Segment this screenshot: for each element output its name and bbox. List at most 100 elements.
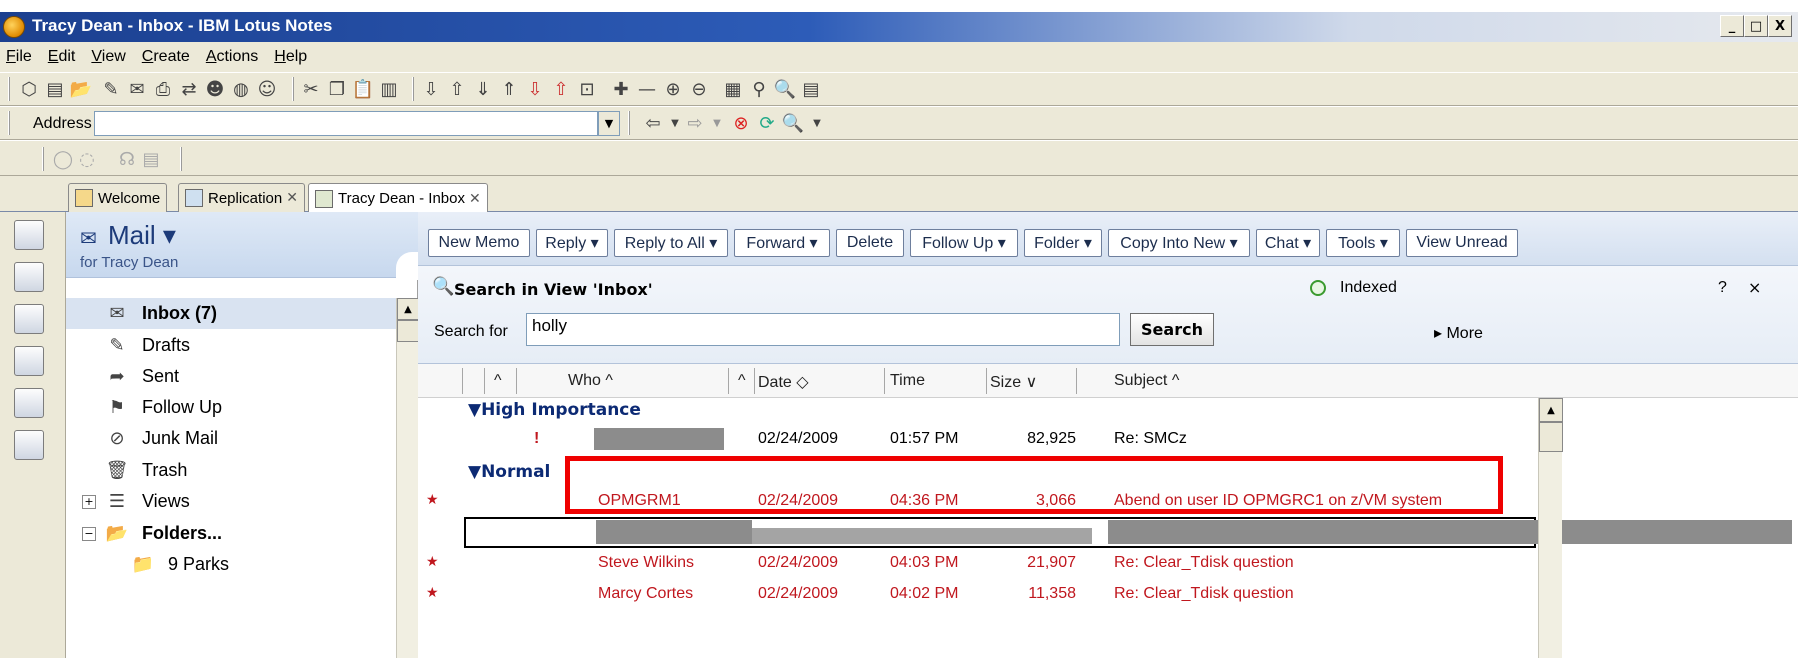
column-size[interactable]: Size ∨ bbox=[990, 372, 1037, 392]
refresh-view-icon[interactable]: ⊡ bbox=[576, 78, 598, 100]
directory-icon[interactable]: ▤ bbox=[140, 148, 162, 170]
contact-icon[interactable]: ☊ bbox=[116, 148, 138, 170]
column-separator[interactable] bbox=[754, 368, 755, 394]
cut-icon[interactable]: ✂ bbox=[300, 78, 322, 100]
menu-view[interactable]: View bbox=[91, 48, 125, 66]
refresh-icon[interactable]: ⟳ bbox=[756, 112, 778, 134]
nav-item-views[interactable]: + ☰ Views bbox=[66, 486, 396, 517]
show-unread-icon[interactable]: ▦ bbox=[722, 78, 744, 100]
chat-button[interactable]: Chat ▾ bbox=[1256, 229, 1320, 257]
new-memo-button[interactable]: New Memo bbox=[428, 229, 530, 257]
menu-help[interactable]: Help bbox=[274, 48, 307, 66]
search-input[interactable]: holly bbox=[526, 313, 1120, 346]
close-search-button[interactable]: × bbox=[1748, 278, 1761, 297]
tab-replication[interactable]: Replication ✕ bbox=[178, 183, 305, 212]
replicate-icon[interactable]: ⇄ bbox=[178, 78, 200, 100]
paste-special-icon[interactable]: ▥ bbox=[378, 78, 400, 100]
todo-bookmark-icon[interactable] bbox=[14, 346, 44, 376]
toolbar-grip[interactable] bbox=[8, 77, 10, 101]
copy-into-new-button[interactable]: Copy Into New ▾ bbox=[1108, 229, 1250, 257]
next-starred-icon[interactable]: ⇩ bbox=[524, 78, 546, 100]
category-normal[interactable]: ▼Normal bbox=[468, 462, 550, 482]
column-separator[interactable] bbox=[884, 368, 885, 394]
column-separator[interactable] bbox=[728, 368, 729, 394]
nav-item-trash[interactable]: 🗑 Trash bbox=[66, 455, 396, 486]
nav-item-junk-mail[interactable]: ⊘ Junk Mail bbox=[66, 423, 396, 454]
tools-button[interactable]: Tools ▾ bbox=[1326, 229, 1400, 257]
scroll-thumb[interactable] bbox=[397, 320, 419, 342]
search-button[interactable]: Search bbox=[1130, 313, 1214, 346]
address-input[interactable] bbox=[94, 111, 598, 136]
table-row[interactable]: ★ Steve Wilkins 02/24/2009 04:03 PM 21,9… bbox=[418, 548, 1536, 579]
menu-file[interactable]: File bbox=[6, 48, 32, 66]
tab-inbox[interactable]: Tracy Dean - Inbox ✕ bbox=[308, 183, 488, 213]
nav-item-folders[interactable]: − 📂 Folders... bbox=[66, 518, 396, 549]
next-unread-icon[interactable]: ⇩ bbox=[420, 78, 442, 100]
expand-all-icon[interactable]: ⊕ bbox=[662, 78, 684, 100]
column-separator[interactable] bbox=[462, 368, 463, 394]
close-tab-icon[interactable]: ✕ bbox=[286, 190, 298, 206]
expand-icon[interactable]: ✚ bbox=[610, 78, 632, 100]
save-icon[interactable]: ▤ bbox=[44, 78, 66, 100]
back-icon[interactable]: ⇦ bbox=[642, 112, 664, 134]
search-menu-icon[interactable]: ▼ bbox=[806, 112, 828, 134]
nav-item-inbox[interactable]: ✉ Inbox (7) bbox=[66, 298, 396, 329]
notebook-bookmark-icon[interactable] bbox=[14, 388, 44, 418]
column-separator[interactable] bbox=[1076, 368, 1077, 394]
menu-actions[interactable]: Actions bbox=[206, 48, 258, 66]
stop-icon[interactable]: ⊗ bbox=[730, 112, 752, 134]
forward-button[interactable]: Forward ▾ bbox=[734, 229, 830, 257]
open-icon[interactable]: 📂 bbox=[70, 78, 92, 100]
forward-menu-icon[interactable]: ▼ bbox=[706, 112, 728, 134]
toolbar-grip[interactable] bbox=[42, 147, 44, 171]
previous-unread-icon[interactable]: ⇧ bbox=[446, 78, 468, 100]
search-icon[interactable]: 🔍 bbox=[774, 78, 796, 100]
toolbar-grip[interactable] bbox=[628, 111, 630, 135]
back-menu-icon[interactable]: ▼ bbox=[664, 112, 686, 134]
close-tab-icon[interactable]: ✕ bbox=[469, 191, 481, 207]
print-icon[interactable]: ⎙ bbox=[152, 78, 174, 100]
nav-item-9-parks[interactable]: 📁 9 Parks bbox=[66, 549, 396, 580]
address-dropdown-icon[interactable]: ▼ bbox=[598, 111, 620, 136]
minimize-button[interactable]: _ bbox=[1720, 15, 1744, 37]
collapse-all-icon[interactable]: ⊖ bbox=[688, 78, 710, 100]
search-web-icon[interactable]: 🔍 bbox=[782, 112, 804, 134]
column-date[interactable]: Date ◇ bbox=[758, 372, 809, 392]
toolbar-grip[interactable] bbox=[8, 111, 10, 135]
more-options-link[interactable]: ▸ More bbox=[1434, 323, 1483, 343]
previous-starred-icon[interactable]: ⇧ bbox=[550, 78, 572, 100]
chat-icon[interactable]: ◯ bbox=[52, 148, 74, 170]
column-separator[interactable] bbox=[516, 368, 517, 394]
reply-to-all-button[interactable]: Reply to All ▾ bbox=[614, 229, 728, 257]
edit-document-icon[interactable]: ✎ bbox=[100, 78, 122, 100]
view-unread-button[interactable]: View Unread bbox=[1406, 229, 1518, 257]
navigator-title[interactable]: Mail ▾ bbox=[108, 220, 176, 251]
column-separator[interactable] bbox=[484, 368, 485, 394]
copy-icon[interactable]: ❐ bbox=[326, 78, 348, 100]
home-icon[interactable]: ⬡ bbox=[18, 78, 40, 100]
nav-item-follow-up[interactable]: ⚑ Follow Up bbox=[66, 392, 396, 423]
forward-icon[interactable]: ⇨ bbox=[684, 112, 706, 134]
menu-create[interactable]: Create bbox=[142, 48, 190, 66]
message-list-scrollbar[interactable]: ▲ bbox=[1538, 398, 1563, 658]
toolbar-grip[interactable] bbox=[412, 77, 414, 101]
close-window-button[interactable]: X bbox=[1768, 15, 1792, 37]
contacts-bookmark-icon[interactable] bbox=[14, 304, 44, 334]
toolbar-grip[interactable] bbox=[292, 77, 294, 101]
scroll-thumb[interactable] bbox=[1539, 422, 1563, 452]
user-icon[interactable]: ☺ bbox=[256, 78, 278, 100]
menu-edit[interactable]: Edit bbox=[48, 48, 76, 66]
maximize-button[interactable]: □ bbox=[1744, 15, 1768, 37]
mail-bookmark-icon[interactable] bbox=[14, 220, 44, 250]
mail-icon[interactable]: ✉ bbox=[126, 78, 148, 100]
nav-item-sent[interactable]: ➦ Sent bbox=[66, 361, 396, 392]
scroll-up-icon[interactable]: ▲ bbox=[1539, 398, 1563, 422]
column-sort-indicator[interactable]: ^ bbox=[494, 372, 502, 390]
table-row[interactable]: ! 02/24/2009 01:57 PM 82,925 Re: SMCz bbox=[418, 424, 1536, 455]
column-subject[interactable]: Subject ^ bbox=[1114, 372, 1179, 390]
toolbar-grip[interactable] bbox=[180, 147, 182, 171]
reply-button[interactable]: Reply ▾ bbox=[536, 229, 608, 257]
collapse-icon[interactable]: − bbox=[82, 526, 96, 541]
scroll-up-icon[interactable]: ▲ bbox=[397, 298, 419, 320]
properties-icon[interactable]: ▤ bbox=[800, 78, 822, 100]
